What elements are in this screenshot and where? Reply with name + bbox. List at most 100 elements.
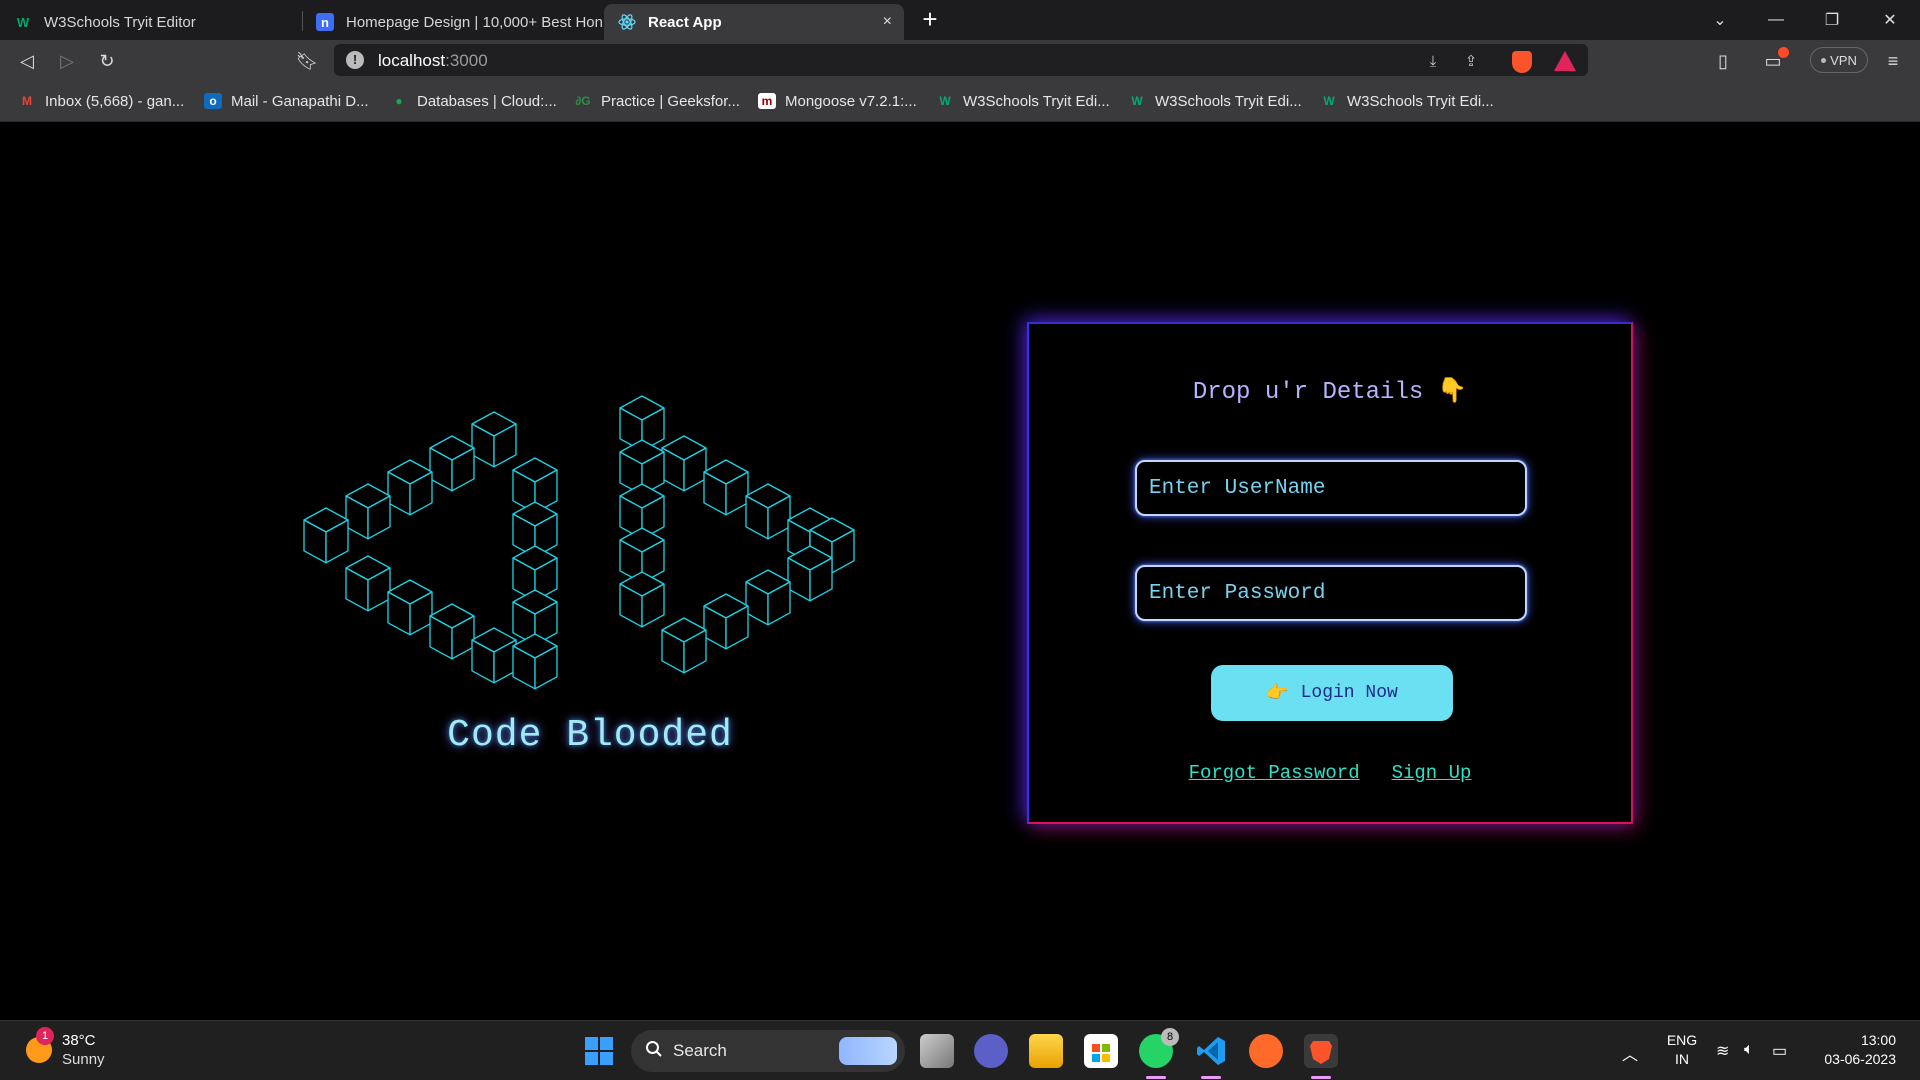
language-code: ENG: [1666, 1032, 1698, 1048]
brave-shields-icon[interactable]: [1512, 51, 1532, 73]
search-label: Search: [673, 1041, 727, 1060]
vpn-button[interactable]: VPN: [1810, 47, 1868, 73]
bookmark-databases[interactable]: ● Databases | Cloud:...: [390, 90, 557, 112]
language-indicator[interactable]: ENG IN: [1664, 1031, 1700, 1069]
browser-tab-strip: W W3Schools Tryit Editor n Homepage Desi…: [0, 0, 1920, 40]
bookmark-label: Inbox (5,668) - gan...: [45, 92, 185, 110]
tab-title: Homepage Design | 10,000+ Best Hon: [346, 13, 602, 31]
vpn-status-dot: [1821, 57, 1827, 63]
install-app-icon[interactable]: ⤓: [1422, 50, 1444, 72]
bookmark-label: W3Schools Tryit Edi...: [963, 92, 1110, 110]
code-blooded-logo: [303, 395, 855, 690]
login-links: Forgot Password Sign Up: [1029, 762, 1631, 784]
brave-rewards-icon[interactable]: [1554, 51, 1576, 71]
windows-start-icon[interactable]: [585, 1037, 613, 1065]
brave-browser-icon[interactable]: [1304, 1034, 1338, 1079]
forgot-password-link[interactable]: Forgot Password: [1189, 762, 1360, 784]
bookmark-mail[interactable]: o Mail - Ganapathi D...: [204, 90, 369, 112]
bookmark-practice[interactable]: ∂G Practice | Geeksfor...: [574, 90, 740, 112]
volume-icon[interactable]: 🔈︎: [1744, 1041, 1754, 1059]
close-window-icon[interactable]: ✕: [1862, 0, 1918, 40]
reload-icon[interactable]: ↻: [92, 46, 122, 76]
windows-taskbar: 1 38°C Sunny Search 8 ︿ ENG IN ≋ 🔈︎ ▭ 13…: [0, 1020, 1920, 1080]
restore-icon[interactable]: ❐: [1804, 0, 1860, 40]
postman-icon[interactable]: [1249, 1034, 1283, 1068]
bookmarks-bar: M Inbox (5,668) - gan... o Mail - Ganapa…: [0, 80, 1920, 122]
whatsapp-icon[interactable]: 8: [1139, 1028, 1179, 1079]
bookmark-w3schools-2[interactable]: W W3Schools Tryit Edi...: [1128, 90, 1301, 112]
clock-date: 03-06-2023: [1824, 1051, 1896, 1067]
gfg-icon: ∂G: [575, 94, 591, 108]
wifi-icon[interactable]: ≋: [1716, 1041, 1729, 1061]
tab-w3schools[interactable]: W W3Schools Tryit Editor: [0, 4, 300, 40]
outlook-icon: o: [204, 93, 222, 109]
username-field[interactable]: [1135, 460, 1527, 516]
search-icon: [645, 1040, 663, 1063]
tab-title: React App: [648, 13, 722, 31]
bookmark-mongoose[interactable]: m Mongoose v7.2.1:...: [758, 90, 917, 112]
new-tab-button[interactable]: +: [918, 4, 942, 36]
bookmark-inbox[interactable]: M Inbox (5,668) - gan...: [18, 90, 184, 112]
bookmark-label: Mail - Ganapathi D...: [231, 92, 369, 110]
bookmark-label: Databases | Cloud:...: [417, 92, 557, 110]
weather-temperature: 38°C: [62, 1032, 96, 1049]
teams-chat-icon[interactable]: [974, 1034, 1008, 1068]
forward-icon[interactable]: ▷: [52, 46, 82, 76]
vscode-icon[interactable]: [1194, 1034, 1228, 1079]
share-icon[interactable]: ⇪: [1460, 50, 1482, 72]
taskbar-search[interactable]: Search: [631, 1030, 905, 1072]
back-icon[interactable]: ◁: [12, 46, 42, 76]
mongodb-icon: ●: [395, 94, 403, 108]
battery-icon[interactable]: ▭: [1772, 1041, 1787, 1061]
menu-icon[interactable]: ≡: [1878, 46, 1908, 76]
whatsapp-badge: 8: [1161, 1028, 1179, 1046]
system-clock[interactable]: 13:00 03-06-2023: [1814, 1031, 1896, 1069]
search-highlight-icon: [839, 1037, 897, 1065]
sign-up-link[interactable]: Sign Up: [1392, 762, 1472, 784]
notification-dot: [1778, 47, 1789, 58]
bookmark-w3schools-1[interactable]: W W3Schools Tryit Edi...: [936, 90, 1110, 112]
bookmark-w3schools-3[interactable]: W W3Schools Tryit Edi...: [1320, 90, 1494, 112]
weather-widget[interactable]: 1 38°C Sunny: [26, 1027, 105, 1069]
login-button[interactable]: 👉 Login Now: [1211, 665, 1453, 721]
w3schools-icon: W: [1131, 94, 1143, 108]
microsoft-store-icon[interactable]: [1084, 1034, 1118, 1068]
clock-time: 13:00: [1860, 1032, 1896, 1048]
login-card: Drop u'r Details👇 👉 Login Now Forgot Pas…: [1027, 322, 1633, 824]
vpn-label: VPN: [1830, 52, 1857, 68]
password-field[interactable]: [1135, 565, 1527, 621]
bookmark-label: W3Schools Tryit Edi...: [1347, 92, 1494, 110]
mongoose-icon: m: [758, 93, 776, 109]
weather-badge: 1: [36, 1027, 54, 1045]
url-text[interactable]: localhost:3000: [378, 51, 488, 71]
region-code: IN: [1675, 1051, 1689, 1067]
minimize-icon[interactable]: —: [1748, 0, 1804, 40]
login-title: Drop u'r Details 👇: [1192, 379, 1468, 406]
bookmark-label: Mongoose v7.2.1:...: [785, 92, 917, 110]
task-view-icon[interactable]: [920, 1034, 954, 1068]
react-icon: [618, 13, 636, 31]
close-tab-icon[interactable]: ×: [883, 13, 892, 31]
weather-condition: Sunny: [62, 1051, 105, 1068]
sidebar-toggle-icon[interactable]: ▯: [1708, 46, 1738, 76]
bookmark-icon[interactable]: 🔖︎: [292, 46, 322, 76]
w3schools-icon: W: [1323, 94, 1335, 108]
tab-react-app[interactable]: React App ×: [604, 4, 904, 40]
n-icon: n: [316, 13, 334, 31]
w3schools-icon: W: [939, 94, 951, 108]
tab-search-chevron-icon[interactable]: ⌄: [1692, 0, 1748, 40]
tab-title: W3Schools Tryit Editor: [44, 13, 196, 31]
w3schools-icon: W: [16, 14, 30, 30]
login-button-label: Login Now: [1300, 683, 1398, 703]
bookmark-label: Practice | Geeksfor...: [601, 92, 740, 110]
brand-name: Code Blooded: [447, 714, 733, 757]
site-info-icon[interactable]: !: [346, 51, 364, 69]
pointing-down-icon: 👇: [1437, 379, 1468, 406]
pointing-right-icon: 👉: [1266, 684, 1289, 704]
file-explorer-icon[interactable]: [1029, 1034, 1063, 1068]
gmail-icon: M: [22, 94, 32, 108]
tab-homepage-design[interactable]: n Homepage Design | 10,000+ Best Hon: [302, 4, 602, 40]
show-hidden-icons-icon[interactable]: ︿: [1622, 1041, 1638, 1065]
sun-icon: 1: [26, 1027, 54, 1063]
address-bar[interactable]: ! localhost:3000 ⤓ ⇪: [334, 44, 1588, 76]
